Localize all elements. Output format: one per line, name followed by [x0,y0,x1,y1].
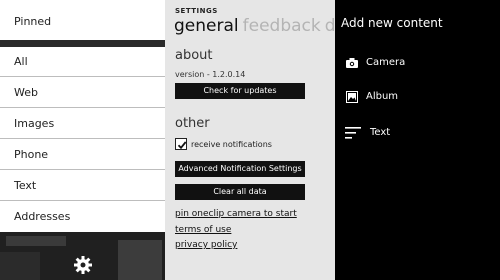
category-item-phone[interactable]: Phone [0,140,165,170]
advanced-notifications-button[interactable]: Advanced Notification Settings [175,161,305,177]
background-thumbnail [6,236,66,246]
clear-data-button[interactable]: Clear all data [175,184,305,200]
gear-icon[interactable] [73,255,93,275]
left-panel: Pinned All Web Images Phone Text Address… [0,0,165,280]
category-label: Text [14,179,37,192]
privacy-link[interactable]: privacy policy [175,240,237,250]
category-item-text[interactable]: Text [0,171,165,201]
add-album-item[interactable]: Album [335,86,500,108]
settings-header: SETTINGS [175,7,218,15]
settings-panel: SETTINGS generalfeedback dev about versio… [165,0,335,280]
tab-feedback[interactable]: feedback [243,16,321,36]
category-label: Phone [14,148,49,161]
category-item-all[interactable]: All [0,47,165,77]
add-item-label: Album [366,91,399,102]
add-item-label: Text [370,127,391,138]
category-label: Web [14,86,38,99]
check-updates-button[interactable]: Check for updates [175,83,305,99]
notifications-checkbox[interactable] [175,138,187,150]
add-content-title: Add new content [341,16,443,30]
divider [0,40,165,47]
camera-icon [346,58,358,68]
checkmark-icon [177,141,187,150]
notifications-label: receive notifications [191,140,272,149]
category-item-web[interactable]: Web [0,78,165,108]
category-label: All [14,55,28,68]
category-item-addresses[interactable]: Addresses [0,202,165,232]
pinned-label: Pinned [14,15,52,28]
add-camera-item[interactable]: Camera [335,52,500,74]
category-label: Addresses [14,210,71,223]
add-text-item[interactable]: Text [335,122,500,144]
version-text: version - 1.2.0.14 [175,70,246,79]
settings-tabs: generalfeedback dev [174,16,335,36]
background-thumbnail [0,252,40,280]
text-icon [345,127,361,139]
tab-dev[interactable]: dev [325,16,335,36]
add-content-panel: Add new content Camera Album Text [335,0,500,280]
pin-camera-link[interactable]: pin oneclip camera to start [175,209,297,219]
album-icon [346,91,358,103]
pinned-item[interactable]: Pinned [0,0,165,40]
category-label: Images [14,117,55,130]
terms-link[interactable]: terms of use [175,225,231,235]
about-heading: about [175,48,213,63]
category-item-images[interactable]: Images [0,109,165,139]
category-list: All Web Images Phone Text Addresses [0,47,165,232]
add-item-label: Camera [366,57,406,68]
tab-general[interactable]: general [174,16,239,36]
other-heading: other [175,116,210,131]
background-thumbnail [118,240,162,280]
